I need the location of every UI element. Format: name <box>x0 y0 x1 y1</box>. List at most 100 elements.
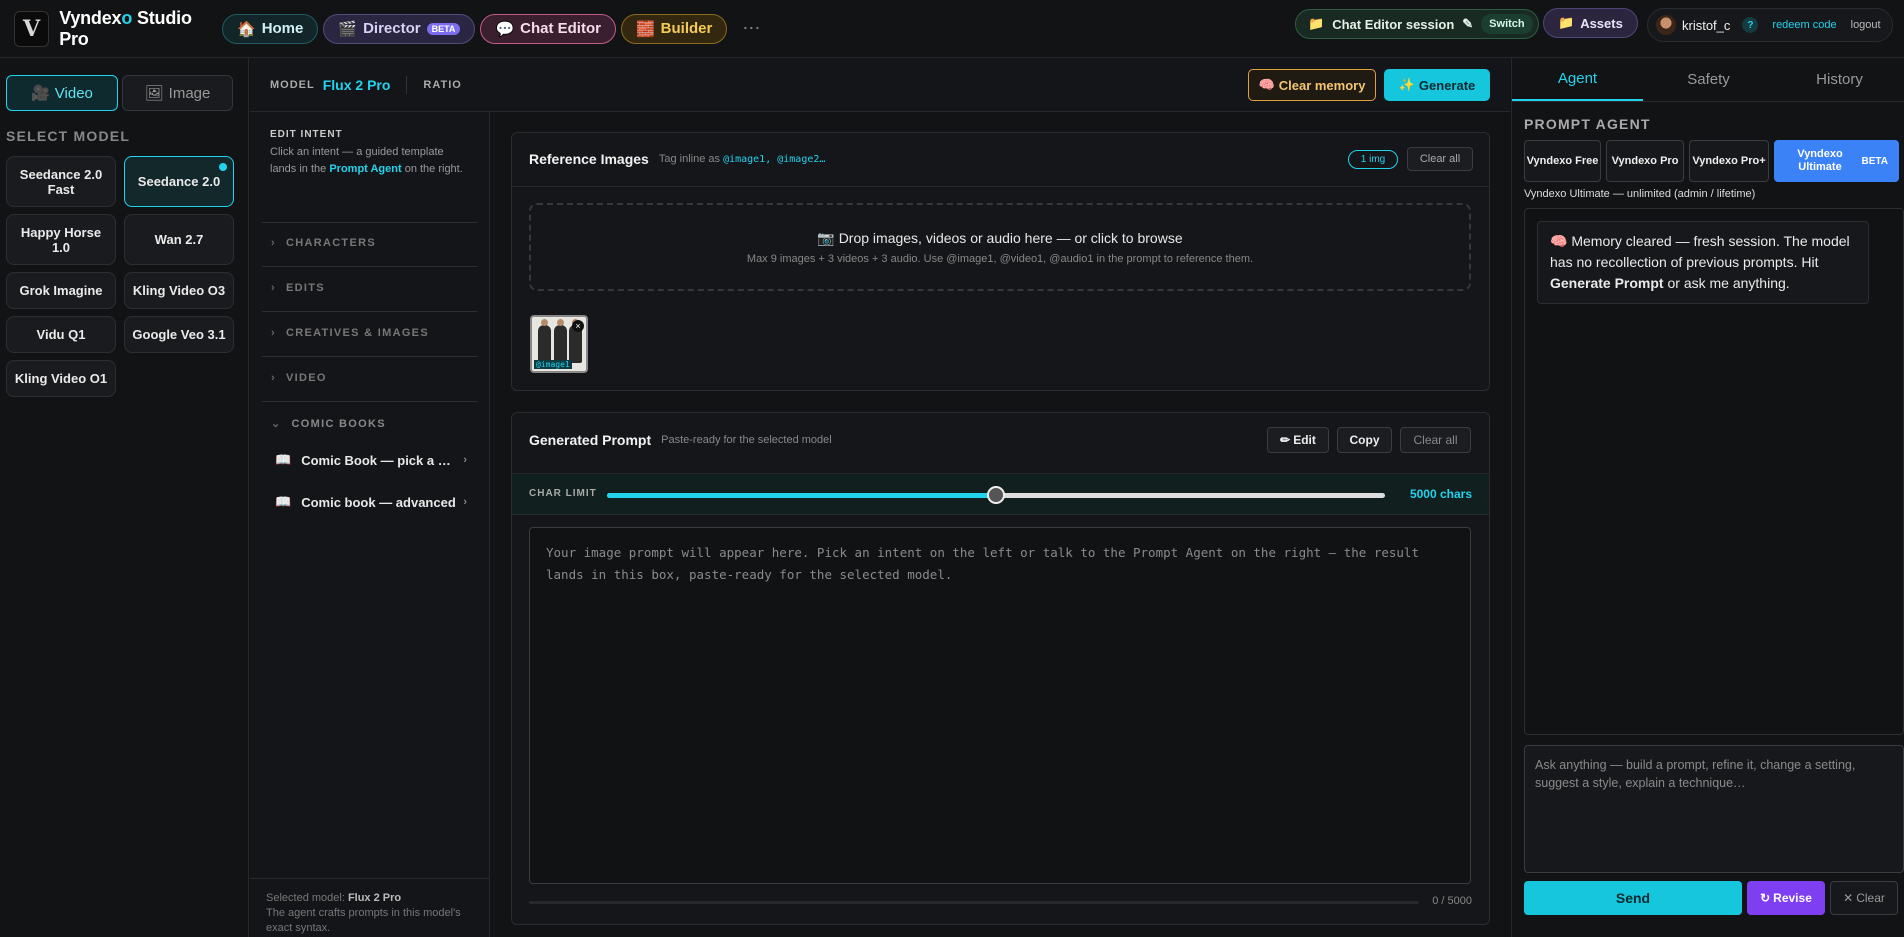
tab-safety[interactable]: Safety <box>1643 58 1774 101</box>
book-icon: 📖 <box>275 494 292 509</box>
model-card[interactable]: Kling Video O3 <box>124 272 234 309</box>
tab-history[interactable]: History <box>1774 58 1904 101</box>
generated-prompt-title: Generated Prompt <box>529 432 652 448</box>
model-card[interactable]: Wan 2.7 <box>124 214 234 265</box>
video-icon: 🎥 <box>31 85 50 102</box>
model-card[interactable]: Vidu Q1 <box>6 316 116 353</box>
divider <box>512 186 1489 187</box>
tier-description: Vyndexo Ultimate — unlimited (admin / li… <box>1524 188 1756 200</box>
username: kristof_c <box>1682 17 1731 33</box>
file-dropzone[interactable]: 📷 Drop images, videos or audio here — or… <box>529 203 1471 291</box>
brain-icon: 🧠 <box>1550 233 1568 249</box>
generated-prompt-subtitle: Paste-ready for the selected model <box>661 434 832 446</box>
reference-thumbnail[interactable]: × @image1 <box>530 315 588 373</box>
model-card[interactable]: Kling Video O1 <box>6 360 116 397</box>
help-icon[interactable]: ? <box>1742 17 1759 33</box>
clear-chat-button[interactable]: ✕ Clear <box>1830 881 1898 915</box>
image-mode-tab[interactable]: 🖼 Image <box>122 75 233 111</box>
model-value[interactable]: Flux 2 Pro <box>323 77 391 93</box>
edit-button[interactable]: ✏ Edit <box>1267 427 1329 453</box>
selected-dot-icon <box>219 163 227 171</box>
revise-button[interactable]: ↻ Revise <box>1747 881 1825 915</box>
user-menu: kristof_c ? redeem code logout <box>1647 8 1893 42</box>
chevron-right-icon: › <box>271 372 276 384</box>
model-card[interactable]: Seedance 2.0 Fast <box>6 156 116 207</box>
section-video[interactable]: › VIDEO <box>271 372 327 384</box>
chat-history: 🧠 Memory cleared — fresh session. The mo… <box>1524 208 1904 735</box>
camera-icon: 📷 <box>817 229 835 246</box>
pencil-icon[interactable]: ✎ <box>1462 16 1473 32</box>
divider <box>262 356 477 357</box>
agent-tabs: Agent Safety History <box>1512 58 1904 102</box>
tier-pro[interactable]: Vyndexo Pro <box>1606 140 1684 182</box>
intent-item-comic-book-style[interactable]: 📖 Comic Book — pick a style › <box>275 452 467 468</box>
folder-icon: 📁 <box>1558 15 1575 30</box>
beta-badge: BETA <box>426 22 461 35</box>
ratio-label[interactable]: RATIO <box>423 79 461 91</box>
char-limit-label: CHAR LIMIT <box>529 488 597 499</box>
generate-button[interactable]: ✨ Generate <box>1384 69 1490 101</box>
clear-all-references-button[interactable]: Clear all <box>1407 147 1473 171</box>
house-icon: 🏠 <box>237 20 256 38</box>
section-creatives-images[interactable]: › CREATIVES & IMAGES <box>271 327 429 339</box>
model-label: MODEL <box>270 78 315 91</box>
slider-handle[interactable] <box>987 486 1005 504</box>
char-limit-slider[interactable] <box>607 486 1385 504</box>
section-characters[interactable]: › CHARACTERS <box>271 237 376 249</box>
nav-director-button[interactable]: 🎬 Director BETA <box>323 13 476 44</box>
brain-icon: 🧠 <box>1258 77 1275 92</box>
char-limit-value: 5000 chars <box>1409 487 1472 501</box>
generated-prompt-textarea[interactable]: Your image prompt will appear here. Pick… <box>529 527 1471 884</box>
section-edits[interactable]: › EDITS <box>271 282 325 294</box>
switch-session-button[interactable]: Switch <box>1481 14 1533 34</box>
tier-ultimate[interactable]: Vyndexo Ultimate BETA <box>1774 140 1899 182</box>
clear-memory-button[interactable]: 🧠 Clear memory <box>1248 69 1376 101</box>
section-comic-books[interactable]: ⌄ COMIC BOOKS <box>271 417 386 430</box>
beta-badge: BETA <box>1861 155 1888 167</box>
tab-agent[interactable]: Agent <box>1512 58 1643 101</box>
pencil-icon: ✏ <box>1280 433 1291 447</box>
model-sidebar: 🎥 Video 🖼 Image SELECT MODEL Seedance 2.0 … <box>0 58 249 937</box>
tier-pro-plus[interactable]: Vyndexo Pro+ <box>1689 140 1769 182</box>
prompt-agent-title: PROMPT AGENT <box>1524 116 1651 132</box>
reference-images-title: Reference Images <box>529 151 649 167</box>
avatar[interactable] <box>1656 15 1676 35</box>
edit-intent-title: EDIT INTENT <box>270 129 343 140</box>
divider <box>262 311 477 312</box>
select-model-title: SELECT MODEL <box>6 128 131 144</box>
send-button[interactable]: Send <box>1524 881 1742 915</box>
nav-home-button[interactable]: 🏠 Home <box>222 13 319 44</box>
image-icon: 🖼 <box>144 85 164 102</box>
remove-image-icon[interactable]: × <box>572 320 584 332</box>
model-card[interactable]: Google Veo 3.1 <box>124 316 234 353</box>
more-menu-icon[interactable]: ⋯ <box>742 18 760 39</box>
char-limit-bar: CHAR LIMIT 5000 chars <box>512 473 1489 515</box>
tier-free[interactable]: Vyndexo Free <box>1524 140 1601 182</box>
intent-item-comic-book-advanced[interactable]: 📖 Comic book — advanced › <box>275 494 467 510</box>
sparkle-icon: ✨ <box>1398 77 1415 92</box>
agent-message: 🧠 Memory cleared — fresh session. The mo… <box>1537 221 1869 304</box>
clear-all-prompt-button[interactable]: Clear all <box>1400 427 1471 453</box>
close-icon: ✕ <box>1843 891 1854 905</box>
brand-name: Vyndexo Studio Pro <box>59 7 192 49</box>
chevron-right-icon: › <box>271 327 276 339</box>
redeem-code-link[interactable]: redeem code <box>1772 19 1836 31</box>
session-selector[interactable]: 📁 Chat Editor session ✎ Switch <box>1295 9 1539 39</box>
nav-builder-button[interactable]: 🧱 Builder <box>620 13 728 44</box>
copy-button[interactable]: Copy <box>1337 427 1392 453</box>
assets-button[interactable]: 📁 Assets <box>1543 8 1638 38</box>
model-card[interactable]: Happy Horse 1.0 <box>6 214 116 265</box>
ask-input[interactable]: Ask anything — build a prompt, refine it… <box>1524 745 1904 873</box>
session-label: Chat Editor session <box>1332 16 1455 32</box>
tier-selector: Vyndexo Free Vyndexo Pro Vyndexo Pro+ Vy… <box>1524 140 1899 182</box>
video-mode-tab[interactable]: 🎥 Video <box>6 75 118 111</box>
model-card-selected[interactable]: Seedance 2.0 <box>124 156 234 207</box>
logout-link[interactable]: logout <box>1851 19 1881 31</box>
nav-chat-editor-button[interactable]: 💬 Chat Editor <box>480 13 616 44</box>
logo-icon: V <box>14 10 50 47</box>
brand[interactable]: V Vyndexo Studio Pro <box>14 8 222 50</box>
divider <box>406 75 408 94</box>
model-card[interactable]: Grok Imagine <box>6 272 116 309</box>
model-grid: Seedance 2.0 Fast Seedance 2.0 Happy Hor… <box>6 156 234 397</box>
chevron-right-icon: › <box>463 496 467 508</box>
